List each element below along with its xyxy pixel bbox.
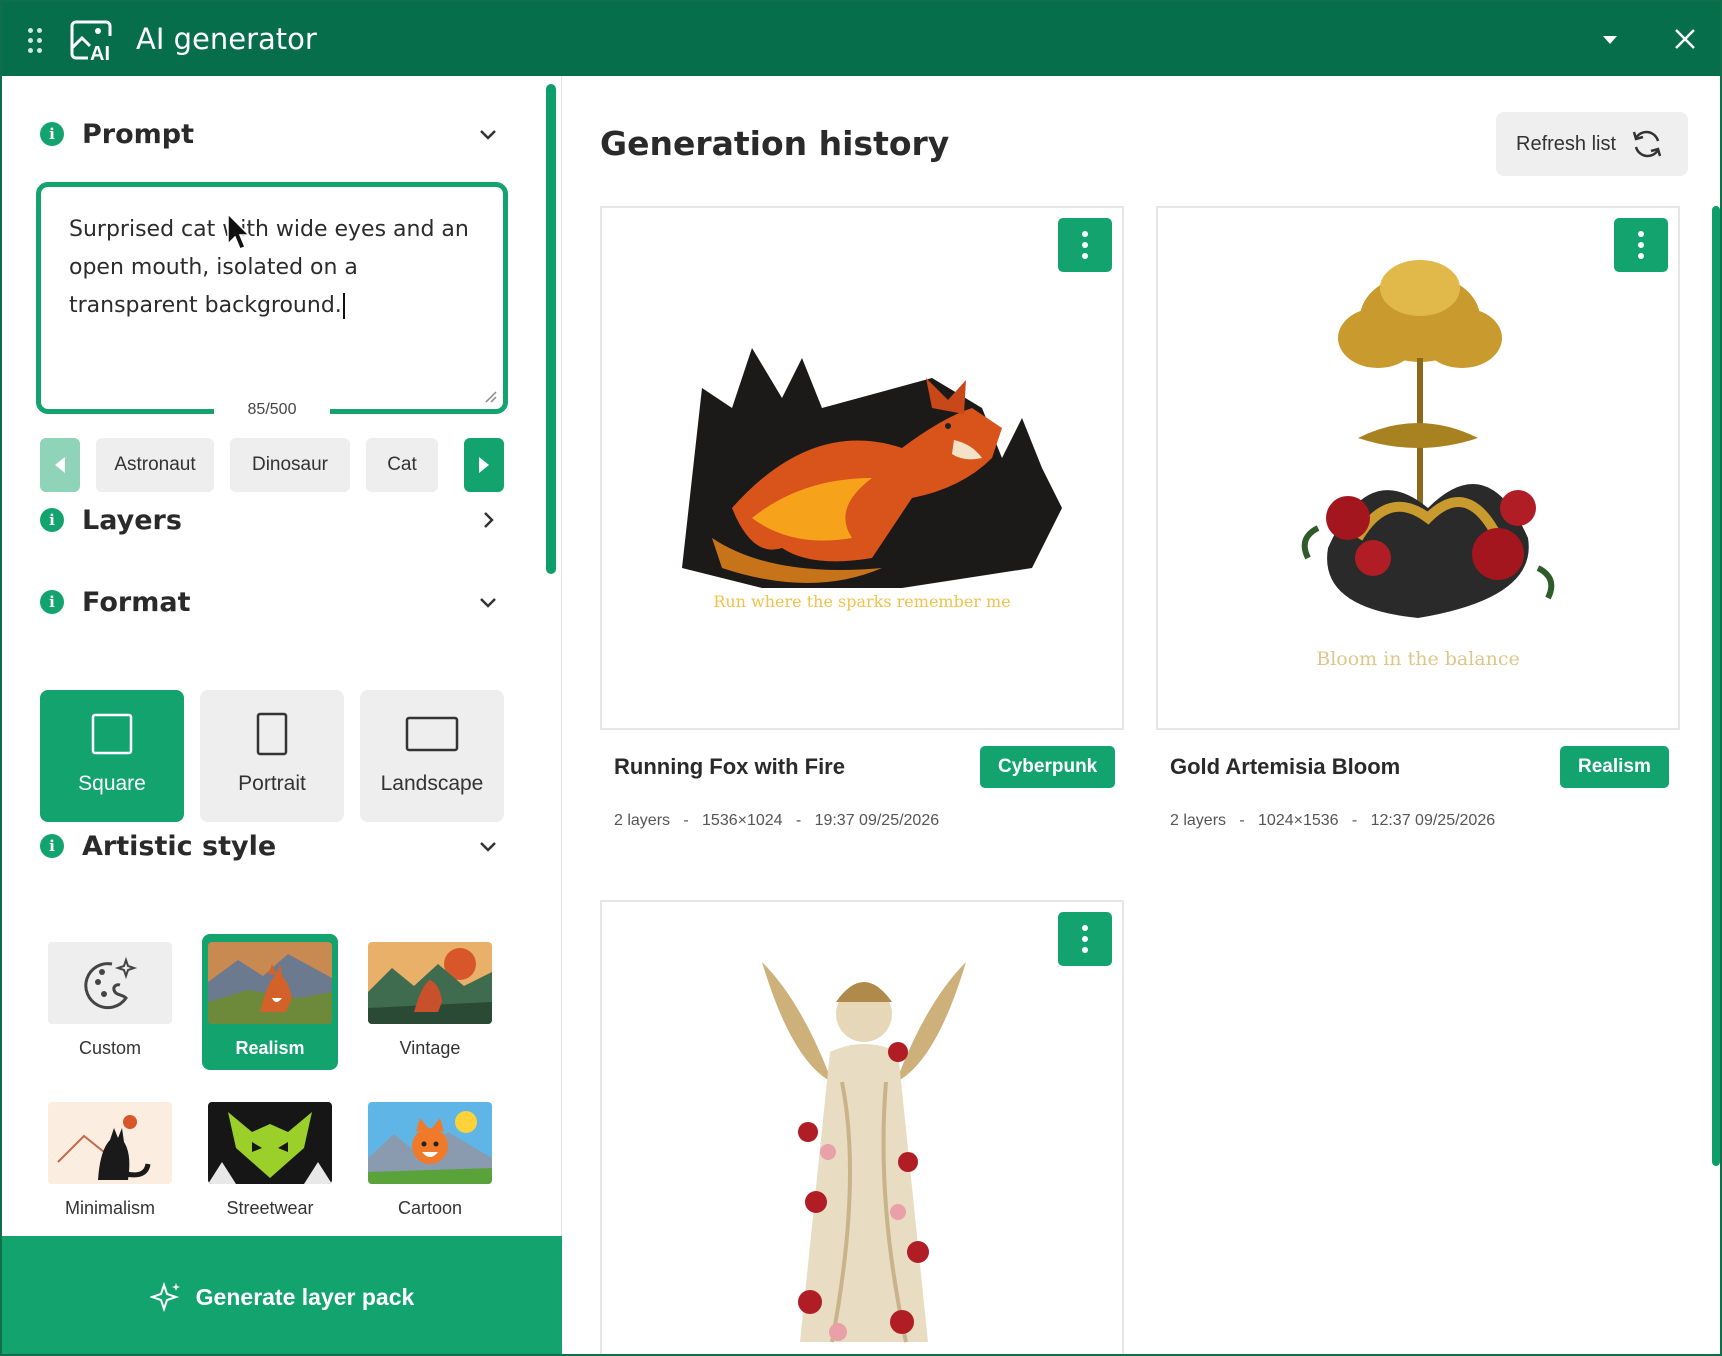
card-title: Running Fox with Fire [614, 754, 845, 779]
format-label: Portrait [238, 772, 306, 795]
settings-panel: i Prompt Surprised cat with wide eyes an… [2, 76, 562, 1354]
chevron-right-icon[interactable] [476, 508, 500, 532]
style-heading: Artistic style [82, 830, 277, 862]
history-title: Generation history [600, 124, 950, 163]
char-counter: 85/500 [214, 396, 330, 424]
style-cartoon-option[interactable]: Cartoon [362, 1094, 498, 1230]
sparkle-icon [149, 1281, 180, 1313]
card-menu-button[interactable] [1058, 912, 1112, 966]
format-options: Square Portrait Landscape [40, 690, 506, 822]
square-icon [91, 713, 133, 755]
angel-statue-illustration [762, 962, 966, 1343]
style-label: Minimalism [65, 1198, 155, 1218]
info-icon[interactable]: i [40, 122, 64, 146]
layers-heading: Layers [82, 504, 182, 536]
ai-image-icon: AI [70, 20, 112, 62]
title-bar: AI AI generator [2, 2, 1720, 76]
style-label: Vintage [399, 1038, 461, 1058]
suggestion-chip[interactable]: Cat [366, 438, 438, 492]
chevron-down-icon[interactable] [476, 590, 500, 614]
vintage-thumbnail [368, 942, 492, 1024]
prompt-suggestions: Astronaut Dinosaur Cat [40, 438, 506, 492]
format-square-button[interactable]: Square [40, 690, 184, 822]
card-meta: 2 layers - 1536×1024 - 19:37 09/25/2026 [614, 812, 940, 829]
chevron-down-icon[interactable] [476, 834, 500, 858]
suggestions-next-button[interactable] [464, 438, 504, 492]
generate-label: Generate layer pack [195, 1283, 415, 1310]
caret-down-icon[interactable] [1598, 28, 1622, 52]
cartoon-thumbnail [368, 1102, 492, 1184]
format-heading: Format [82, 586, 191, 618]
generated-image[interactable]: Bloom in the balance [1156, 206, 1680, 730]
card-meta: 2 layers - 1024×1536 - 12:37 09/25/2026 [1170, 812, 1496, 829]
style-minimalism-option[interactable]: Minimalism [42, 1094, 178, 1230]
card-menu-button[interactable] [1614, 218, 1668, 272]
image-caption: Bloom in the balance [1316, 648, 1520, 670]
suggestion-chip[interactable]: Astronaut [96, 438, 214, 492]
style-custom-option[interactable]: Custom [42, 934, 178, 1070]
drag-handle-icon[interactable] [28, 28, 48, 54]
format-section-header[interactable]: i Format [40, 584, 500, 620]
chevron-right-icon [479, 457, 489, 473]
info-icon[interactable]: i [40, 508, 64, 532]
refresh-list-button[interactable]: Refresh list [1496, 112, 1688, 176]
history-scrollbar[interactable] [1712, 206, 1720, 1166]
suggestions-prev-button[interactable] [40, 438, 80, 492]
app-title: AI generator [136, 22, 317, 56]
generate-layer-pack-button[interactable]: Generate layer pack [2, 1236, 562, 1354]
card-menu-button[interactable] [1058, 218, 1112, 272]
prompt-textarea[interactable]: Surprised cat with wide eyes and an open… [36, 182, 508, 414]
prompt-text[interactable]: Surprised cat with wide eyes and an open… [69, 211, 469, 325]
format-label: Square [78, 772, 146, 795]
format-portrait-button[interactable]: Portrait [200, 690, 344, 822]
image-caption: Run where the sparks remember me [713, 592, 1011, 611]
info-icon[interactable]: i [40, 834, 64, 858]
info-icon[interactable]: i [40, 590, 64, 614]
generated-image[interactable] [600, 900, 1124, 1354]
left-scrollbar[interactable] [546, 84, 556, 574]
refresh-label: Refresh list [1516, 132, 1617, 155]
history-panel: Generation history Refresh list Run wher… [564, 76, 1720, 1354]
card-title: Gold Artemisia Bloom [1170, 754, 1401, 779]
layers-section-header[interactable]: i Layers [40, 502, 500, 538]
fox-fire-illustration [682, 348, 1062, 588]
streetwear-thumbnail [208, 1102, 332, 1184]
style-tag: Cyberpunk [980, 746, 1116, 788]
close-icon[interactable] [1670, 24, 1700, 54]
landscape-icon [405, 716, 459, 752]
palette-sparkle-icon [48, 942, 172, 1024]
prompt-heading: Prompt [82, 118, 195, 150]
style-streetwear-option[interactable]: Streetwear [202, 1094, 338, 1230]
suggestion-chip[interactable]: Dinosaur [230, 438, 350, 492]
style-vintage-option[interactable]: Vintage [362, 934, 498, 1070]
chevron-down-icon[interactable] [476, 122, 500, 146]
style-label: Streetwear [226, 1198, 314, 1218]
resize-grip-icon[interactable] [483, 389, 497, 403]
realism-thumbnail [208, 942, 332, 1024]
format-label: Landscape [380, 772, 484, 795]
style-label: Custom [78, 1038, 141, 1058]
portrait-icon [256, 712, 288, 756]
refresh-icon [1632, 130, 1662, 158]
format-landscape-button[interactable]: Landscape [360, 690, 504, 822]
style-tag: Realism [1560, 746, 1669, 788]
prompt-section-header[interactable]: i Prompt [40, 116, 500, 152]
minimalism-thumbnail [48, 1102, 172, 1184]
generated-image[interactable]: Run where the sparks remember me [600, 206, 1124, 730]
text-caret [342, 293, 345, 319]
style-section-header[interactable]: i Artistic style [40, 828, 500, 864]
style-realism-option[interactable]: Realism [202, 934, 338, 1070]
svg-text:AI: AI [90, 43, 110, 62]
mouse-cursor-icon [227, 212, 251, 250]
ai-generator-window: AI AI generator i Prompt Surprised cat w… [0, 0, 1722, 1356]
style-label: Realism [235, 1038, 305, 1058]
style-label: Cartoon [397, 1198, 463, 1218]
chevron-left-icon [55, 457, 65, 473]
